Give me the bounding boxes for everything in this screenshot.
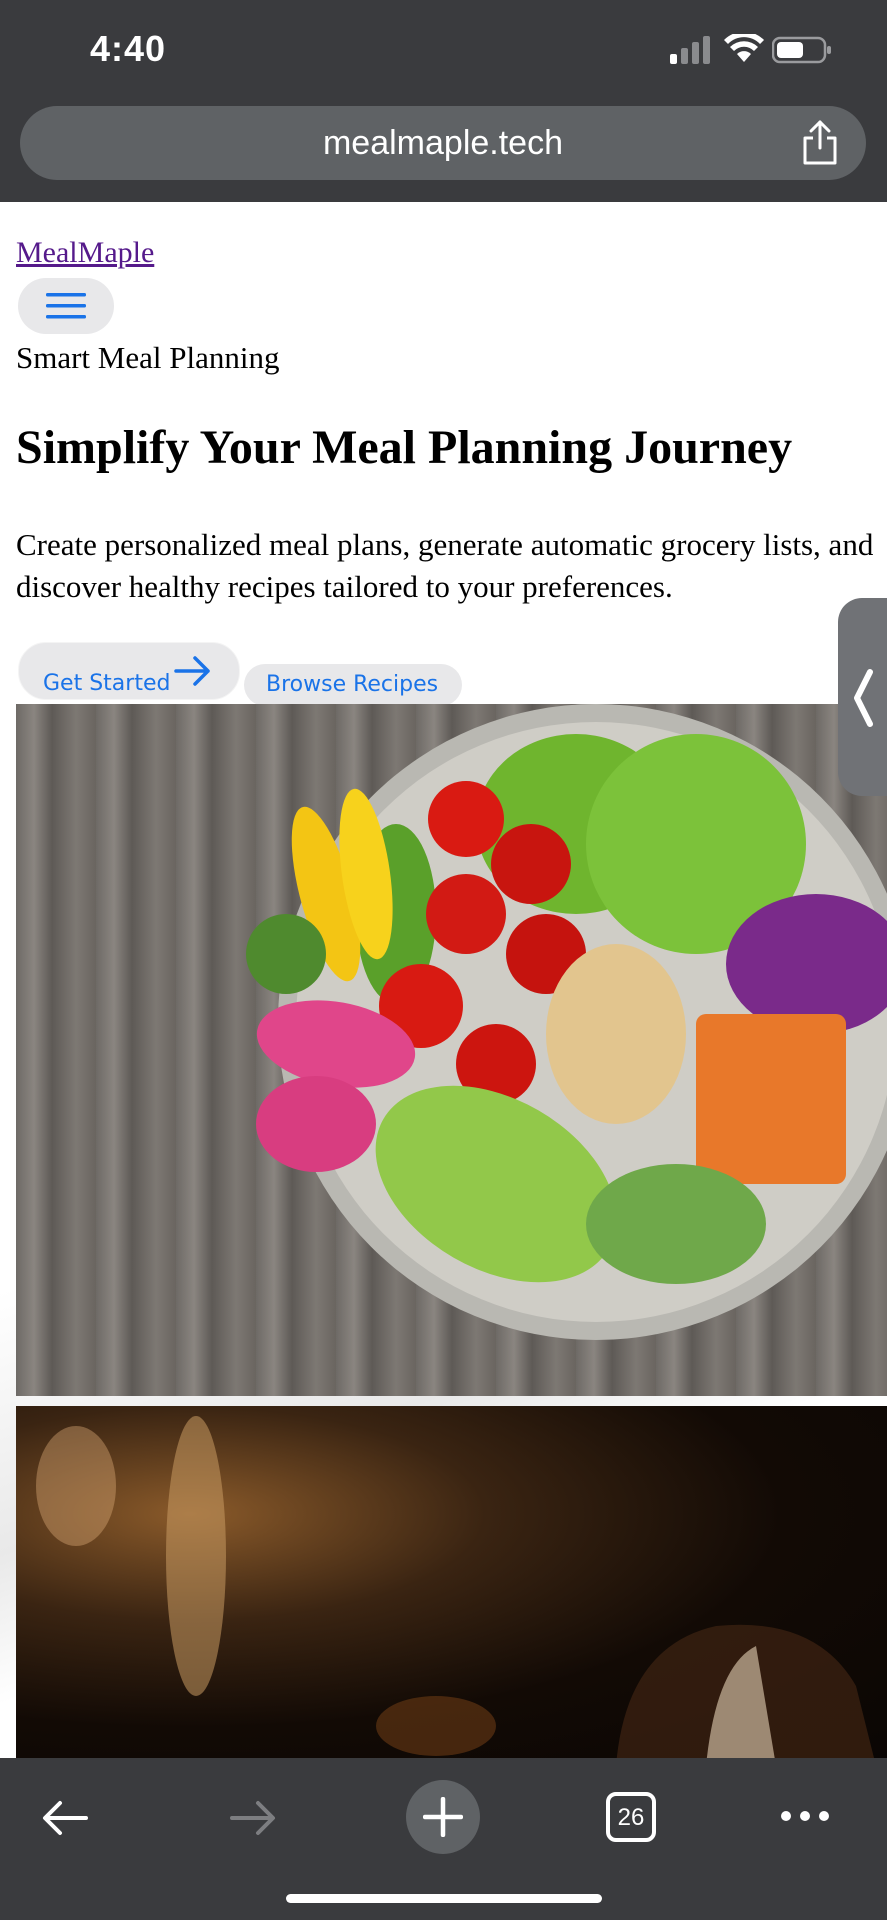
more-options-icon[interactable] <box>780 1806 830 1826</box>
browse-recipes-label: Browse Recipes <box>266 672 439 697</box>
wifi-icon <box>724 34 764 62</box>
home-indicator <box>286 1894 602 1903</box>
address-bar[interactable]: mealmaple.tech <box>20 106 866 180</box>
hamburger-icon <box>46 293 86 319</box>
web-page: MealMaple Smart Meal Planning Simplify Y… <box>0 202 887 1758</box>
salad-bowl-image <box>16 704 887 1396</box>
battery-icon <box>772 36 831 64</box>
back-arrow-icon[interactable] <box>40 1798 90 1838</box>
get-started-button[interactable]: Get Started <box>18 642 240 700</box>
chevron-left-icon <box>854 669 873 727</box>
page-title: Simplify Your Meal Planning Journey <box>16 421 793 474</box>
menu-button[interactable] <box>18 278 114 334</box>
plus-icon <box>423 1797 463 1837</box>
tagline: Smart Meal Planning <box>16 340 280 375</box>
side-panel-handle[interactable] <box>838 598 887 796</box>
get-started-label: Get Started <box>43 671 171 696</box>
browser-toolbar: 26 <box>0 1758 887 1920</box>
new-tab-button[interactable] <box>406 1780 480 1854</box>
status-time: 4:40 <box>90 28 167 69</box>
brand-link[interactable]: MealMaple <box>16 236 154 270</box>
status-bar: 4:40 <box>0 0 887 100</box>
browse-recipes-button[interactable]: Browse Recipes <box>244 664 462 706</box>
tab-switcher-button[interactable]: 26 <box>606 1792 656 1842</box>
tab-count: 26 <box>617 1804 645 1831</box>
hero-description: Create personalized meal plans, generate… <box>16 527 874 604</box>
wine-glasses-image <box>16 1406 887 1758</box>
arrow-right-icon <box>174 656 210 686</box>
url-text[interactable]: mealmaple.tech <box>20 106 866 180</box>
browser-address-area: mealmaple.tech <box>0 100 887 202</box>
share-icon[interactable] <box>800 120 840 166</box>
forward-arrow-icon[interactable] <box>228 1798 278 1838</box>
signal-icon <box>670 36 710 64</box>
